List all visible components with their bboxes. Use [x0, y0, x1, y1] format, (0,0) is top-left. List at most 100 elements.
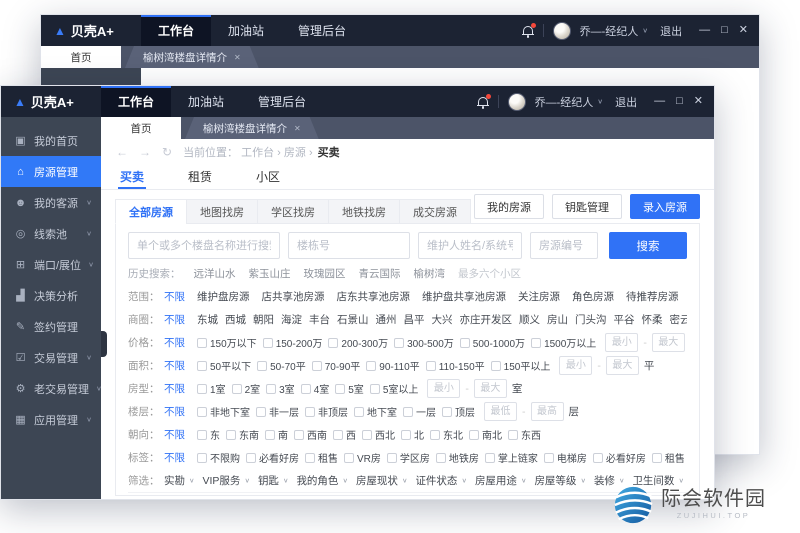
- filter-option[interactable]: 地下室: [354, 404, 397, 419]
- checkbox-icon[interactable]: [197, 384, 207, 394]
- checkbox-icon[interactable]: [335, 384, 345, 394]
- checkbox-icon[interactable]: [362, 430, 372, 440]
- filter-option[interactable]: 东城: [197, 312, 218, 327]
- category-tab[interactable]: 租赁: [186, 164, 214, 189]
- logout-button[interactable]: 退出: [615, 94, 637, 110]
- sidebar-item[interactable]: ⌂ 房源管理: [1, 156, 101, 187]
- filter-option[interactable]: 150万以下: [197, 335, 257, 350]
- checkbox-icon[interactable]: [266, 384, 276, 394]
- close-tab-icon[interactable]: ✕: [294, 124, 301, 133]
- subtab-chip[interactable]: 学区找房: [257, 199, 329, 224]
- filter-option[interactable]: 顶层: [442, 404, 475, 419]
- checkbox-icon[interactable]: [426, 361, 436, 371]
- sidebar-item[interactable]: ☻ 我的客源 ∨: [1, 187, 101, 218]
- range-min-input[interactable]: [427, 379, 460, 398]
- checkbox-icon[interactable]: [366, 361, 376, 371]
- filter-option[interactable]: 北: [401, 427, 424, 442]
- checkbox-icon[interactable]: [508, 430, 518, 440]
- top-nav-item[interactable]: 加油站: [211, 15, 281, 46]
- filter-option-unlimited[interactable]: 不限: [164, 381, 185, 396]
- filter-option[interactable]: VIP服务 ∨: [203, 473, 250, 488]
- filter-option[interactable]: 证件状态 ∨: [415, 473, 467, 488]
- logout-button[interactable]: 退出: [660, 23, 682, 39]
- subtab-chip[interactable]: 地图找房: [186, 199, 258, 224]
- filter-option[interactable]: 非地下室: [197, 404, 250, 419]
- filter-option[interactable]: 西北: [362, 427, 395, 442]
- checkbox-icon[interactable]: [312, 361, 322, 371]
- range-min-input[interactable]: [484, 402, 517, 421]
- filter-option[interactable]: 非一层: [256, 404, 299, 419]
- checkbox-icon[interactable]: [197, 407, 207, 417]
- range-max-input[interactable]: [606, 356, 639, 375]
- filter-option[interactable]: 门头沟: [575, 312, 607, 327]
- filter-option[interactable]: 4室: [301, 381, 330, 396]
- filter-option[interactable]: 东: [197, 427, 220, 442]
- history-item[interactable]: 榆树湾: [414, 266, 446, 281]
- checkbox-icon[interactable]: [305, 453, 315, 463]
- filter-option[interactable]: 租售: [305, 450, 338, 465]
- maximize-button[interactable]: □: [721, 25, 728, 36]
- filter-option[interactable]: 石景山: [337, 312, 369, 327]
- checkbox-icon[interactable]: [403, 407, 413, 417]
- filter-option[interactable]: 90-110平: [366, 358, 419, 373]
- checkbox-icon[interactable]: [333, 430, 343, 440]
- top-nav-item[interactable]: 管理后台: [281, 15, 363, 46]
- filter-option[interactable]: 钥匙 ∨: [258, 473, 289, 488]
- checkbox-icon[interactable]: [344, 453, 354, 463]
- sidebar-item[interactable]: ⚙ 老交易管理 ∨: [1, 373, 101, 404]
- checkbox-icon[interactable]: [430, 430, 440, 440]
- subtab-chip[interactable]: 成交房源: [399, 199, 471, 224]
- category-tab[interactable]: 小区: [254, 164, 282, 189]
- filter-option[interactable]: 东北: [430, 427, 463, 442]
- filter-option[interactable]: 昌平: [404, 312, 425, 327]
- sidebar-item[interactable]: ▟ 决策分析: [1, 280, 101, 311]
- filter-option[interactable]: 300-500万: [394, 335, 454, 350]
- refresh-icon[interactable]: ↻: [162, 146, 172, 158]
- checkbox-icon[interactable]: [197, 430, 207, 440]
- filter-option[interactable]: 500-1000万: [460, 335, 525, 350]
- notification-bell-icon[interactable]: [477, 96, 489, 108]
- checkbox-icon[interactable]: [394, 338, 404, 348]
- filter-option[interactable]: 5室: [335, 381, 364, 396]
- checkbox-icon[interactable]: [197, 361, 207, 371]
- filter-option[interactable]: 实勘 ∨: [164, 473, 195, 488]
- top-nav-item[interactable]: 工作台: [101, 86, 171, 117]
- checkbox-icon[interactable]: [354, 407, 364, 417]
- doc-tab-detail[interactable]: 榆树湾楼盘详情介 ✕: [125, 46, 259, 68]
- close-button[interactable]: ✕: [739, 25, 748, 36]
- back-arrow-icon[interactable]: ←: [116, 146, 128, 158]
- filter-option[interactable]: 亦庄开发区: [460, 312, 513, 327]
- sidebar-collapse-handle[interactable]: [101, 331, 107, 357]
- expand-options-button[interactable]: 展开选项 ▾: [128, 492, 687, 496]
- filter-option[interactable]: 电梯房: [544, 450, 587, 465]
- filter-option[interactable]: 顺义: [519, 312, 540, 327]
- filter-option[interactable]: 角色房源: [572, 289, 614, 304]
- search-input[interactable]: [530, 232, 598, 259]
- search-input[interactable]: [418, 232, 522, 259]
- range-max-input[interactable]: [474, 379, 507, 398]
- filter-option[interactable]: 维护盘共享池房源: [422, 289, 506, 304]
- filter-option[interactable]: 1室: [197, 381, 226, 396]
- range-max-input[interactable]: [652, 333, 685, 352]
- action-button[interactable]: 录入房源: [630, 194, 700, 219]
- filter-option[interactable]: 东南: [226, 427, 259, 442]
- checkbox-icon[interactable]: [328, 338, 338, 348]
- breadcrumb-path[interactable]: 当前位置： 工作台 › 房源 ›: [183, 144, 313, 160]
- filter-option[interactable]: VR房: [344, 450, 381, 465]
- filter-option[interactable]: 地铁房: [436, 450, 479, 465]
- checkbox-icon[interactable]: [301, 384, 311, 394]
- checkbox-icon[interactable]: [370, 384, 380, 394]
- filter-option[interactable]: 待推荐房源: [626, 289, 679, 304]
- filter-option[interactable]: 怀柔: [642, 312, 663, 327]
- checkbox-icon[interactable]: [401, 430, 411, 440]
- filter-option[interactable]: 我的角色 ∨: [296, 473, 348, 488]
- search-input[interactable]: [128, 232, 280, 259]
- checkbox-icon[interactable]: [232, 384, 242, 394]
- filter-option[interactable]: 西南: [294, 427, 327, 442]
- filter-option[interactable]: 房屋用途 ∨: [475, 473, 527, 488]
- filter-option[interactable]: 房屋现状 ∨: [356, 473, 408, 488]
- filter-option[interactable]: 南北: [469, 427, 502, 442]
- user-avatar[interactable]: [553, 22, 571, 40]
- filter-option[interactable]: 西城: [225, 312, 246, 327]
- top-nav-item[interactable]: 加油站: [171, 86, 241, 117]
